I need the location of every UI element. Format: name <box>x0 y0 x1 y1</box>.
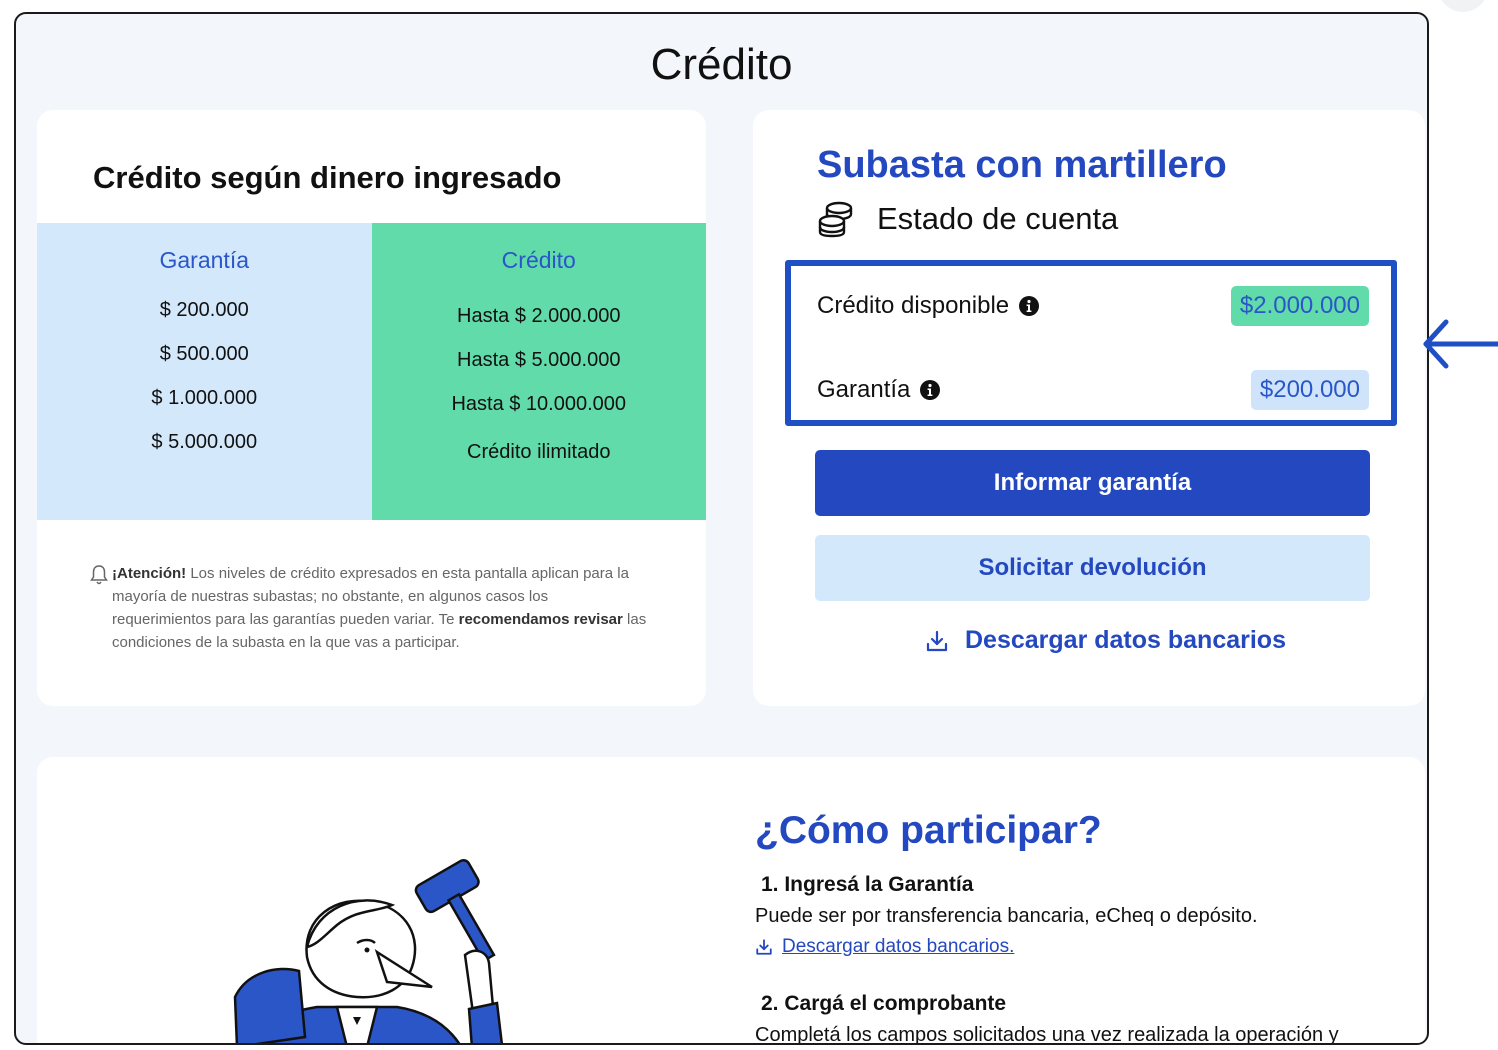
coins-icon <box>818 201 853 238</box>
step-1-title: 1. Ingresá la Garantía <box>761 873 974 896</box>
garantia-value: $200.000 <box>1250 370 1369 410</box>
step-2-title: 2. Cargá el comprobante <box>761 992 1007 1015</box>
estado-de-cuenta-header: Estado de cuenta <box>817 200 1118 238</box>
attention-note: ¡Atención! Los niveles de crédito expres… <box>89 562 649 654</box>
auctioneer-illustration <box>233 859 504 1043</box>
info-icon[interactable] <box>1018 295 1040 317</box>
descargar-datos-bancarios-link[interactable]: Descargar datos bancarios <box>925 626 1286 655</box>
garantia-cell: $ 500.000 <box>159 343 249 365</box>
garantia-column: Garantía $ 200.000 $ 500.000 $ 1.000.000… <box>37 223 372 520</box>
credito-cell: Hasta $ 2.000.000 <box>457 305 621 327</box>
credito-column: Crédito Hasta $ 2.000.000 Hasta $ 5.000.… <box>371 223 706 520</box>
attention-bold: recomendamos revisar <box>458 611 623 628</box>
how-to-participate: ¿Cómo participar? 1. Ingresá la Garantía… <box>755 809 1395 1045</box>
download-icon <box>756 939 772 955</box>
bell-icon <box>90 565 108 585</box>
credit-table: Garantía $ 200.000 $ 500.000 $ 1.000.000… <box>37 223 706 520</box>
descargar-datos-bancarios-label: Descargar datos bancarios <box>965 626 1286 654</box>
credito-cell: Crédito ilimitado <box>467 441 611 463</box>
account-status-card: Subasta con martillero Estado de cuenta … <box>753 110 1425 706</box>
credito-disponible-label: Crédito disponible <box>817 292 1010 319</box>
credit-table-card: Crédito según dinero ingresado Garantía … <box>37 110 706 706</box>
credito-disponible-row: Crédito disponible $2.000.000 <box>817 286 1369 326</box>
garantia-label: Garantía <box>817 376 911 403</box>
auction-title-bold: con martillero <box>975 144 1227 186</box>
step-2-text: Completá los campos solicitados una vez … <box>755 1024 1339 1045</box>
step-1-download-link[interactable]: Descargar datos bancarios. <box>755 936 1395 958</box>
page-title: Crédito <box>650 40 793 89</box>
auction-title-regular: Subasta <box>817 144 965 186</box>
download-icon <box>926 630 948 651</box>
garantia-cell: $ 1.000.000 <box>151 387 258 409</box>
corner-circle <box>1438 0 1488 12</box>
garantia-cell: $ 200.000 <box>159 299 249 321</box>
app-frame: Crédito Crédito según dinero ingresado G… <box>14 12 1429 1045</box>
attention-label: ¡Atención! <box>112 565 187 582</box>
info-icon[interactable] <box>919 379 941 401</box>
garantia-row: Garantía $200.000 <box>817 370 1369 410</box>
garantia-column-header: Garantía <box>159 247 250 273</box>
garantia-cell: $ 5.000.000 <box>151 431 258 453</box>
estado-de-cuenta-label: Estado de cuenta <box>877 201 1119 236</box>
step-1-text: Puede ser por transferencia bancaria, eC… <box>755 905 1258 927</box>
solicitar-devolucion-button[interactable]: Solicitar devolución <box>815 535 1370 601</box>
informar-garantia-button[interactable]: Informar garantía <box>815 450 1370 516</box>
step-1-download-label: Descargar datos bancarios. <box>782 936 1015 957</box>
how-to-card: ¿Cómo participar? 1. Ingresá la Garantía… <box>37 757 1425 1045</box>
credit-table-title: Crédito según dinero ingresado <box>93 160 562 195</box>
credito-disponible-value: $2.000.000 <box>1230 286 1369 326</box>
auction-title: Subasta con martillero <box>817 144 1227 187</box>
credito-column-header: Crédito <box>501 247 576 273</box>
arrow-left-icon <box>1423 319 1498 369</box>
credito-cell: Hasta $ 10.000.000 <box>451 393 627 415</box>
balance-highlight-box: Crédito disponible $2.000.000 Garantía $… <box>785 260 1397 426</box>
credito-cell: Hasta $ 5.000.000 <box>457 349 621 371</box>
how-to-title: ¿Cómo participar? <box>755 809 1102 852</box>
